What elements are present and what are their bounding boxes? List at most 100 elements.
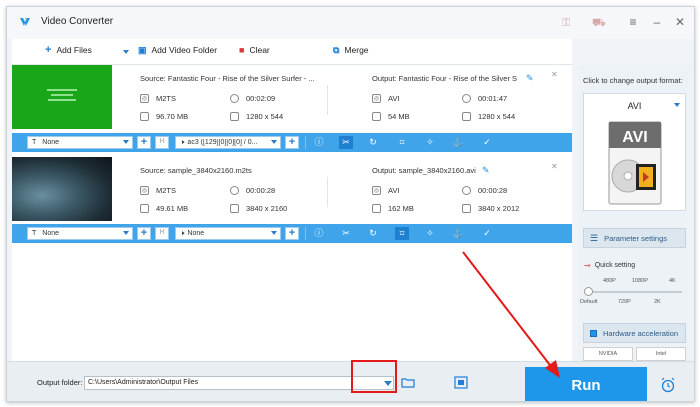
quality-slider-track[interactable] — [588, 291, 682, 293]
file-size-icon — [140, 204, 149, 213]
subtitle-edit-icon[interactable]: ✓ — [480, 227, 494, 240]
subtitle-h-button[interactable]: H — [155, 136, 169, 149]
quality-slider-handle[interactable] — [584, 287, 593, 296]
info-icon[interactable]: ⓘ — [312, 136, 326, 149]
app-window: Video Converter ⚿ ⛟ ≡ – ✕ + Add Files ▣ … — [6, 6, 695, 402]
toolbar: + Add Files ▣ Add Video Folder ■ Clear ⧉… — [12, 39, 572, 65]
cart-icon[interactable]: ⛟ — [592, 17, 606, 31]
remove-file-icon[interactable]: ✕ — [551, 70, 558, 79]
minimize-button[interactable]: – — [649, 15, 665, 29]
output-filename: Output: sample_3840x2160.avi — [372, 166, 476, 175]
clock-icon — [230, 186, 239, 195]
tick-720p: 720P — [618, 299, 631, 305]
folder-plus-icon: ▣ — [138, 45, 147, 55]
edit-icon[interactable]: ✎ — [482, 165, 490, 176]
parameter-settings-button[interactable]: ☰ Parameter settings — [583, 228, 686, 248]
output-format-label: Click to change output format: — [583, 76, 683, 85]
clock-icon — [230, 94, 239, 103]
alarm-clock-icon[interactable] — [660, 377, 676, 393]
speaker-icon: 🕨 — [180, 138, 185, 146]
add-subtitle-button[interactable]: + — [137, 227, 151, 240]
sliders-icon: ☰ — [590, 232, 599, 243]
rotate-icon[interactable]: ↻ — [366, 136, 380, 149]
format-icon: ◎ — [372, 94, 381, 103]
nvidia-badge: NVIDIA — [583, 347, 633, 361]
hardware-acceleration-toggle[interactable]: Hardware acceleration — [583, 323, 686, 343]
intel-badge: Intel — [636, 347, 686, 361]
resolution-icon — [462, 112, 471, 121]
output-folder-input[interactable]: C:\Users\Administrator\Output Files — [84, 376, 394, 390]
resolution-icon — [462, 204, 471, 213]
add-files-button[interactable]: + Add Files — [45, 44, 92, 56]
effects-icon[interactable]: ✧ — [423, 227, 437, 240]
add-subtitle-button[interactable]: + — [137, 136, 151, 149]
plus-icon: + — [45, 44, 52, 56]
add-audio-button[interactable]: + — [285, 136, 299, 149]
trash-icon: ■ — [239, 45, 245, 55]
format-icon: ◎ — [140, 94, 149, 103]
annotation-highlight-box — [351, 360, 397, 393]
add-audio-button[interactable]: + — [285, 227, 299, 240]
cut-icon[interactable]: ✂ — [339, 136, 353, 149]
output-folder-label: Output folder: — [37, 378, 83, 387]
subtitle-h-button[interactable]: H — [155, 227, 169, 240]
edit-icon[interactable]: ✎ — [526, 73, 534, 84]
clock-icon — [462, 186, 471, 195]
tick-1080p: 1080P — [632, 278, 648, 284]
remove-file-icon[interactable]: ✕ — [551, 162, 558, 171]
file-size-icon — [372, 112, 381, 121]
output-format-selector[interactable]: AVI AVI — [583, 93, 686, 211]
subtitle-select[interactable]: T None — [27, 227, 133, 240]
cut-icon[interactable]: ✂ — [339, 227, 353, 240]
avi-label: AVI — [622, 129, 647, 146]
file-size-icon — [140, 112, 149, 121]
watermark-icon[interactable]: ⚓ — [451, 227, 465, 240]
add-video-folder-button[interactable]: ▣ Add Video Folder — [138, 45, 217, 55]
audio-track-select[interactable]: 🕨 None — [175, 227, 281, 240]
clear-button[interactable]: ■ Clear — [239, 45, 270, 55]
format-icon: ◎ — [372, 186, 381, 195]
format-icon: ◎ — [140, 186, 149, 195]
app-logo-icon — [20, 18, 30, 26]
subtitle-icon: T — [32, 139, 37, 146]
effects-icon[interactable]: ✧ — [423, 136, 437, 149]
speaker-icon: 🕨 — [180, 229, 185, 237]
avi-file-icon: AVI — [608, 121, 662, 205]
close-button[interactable]: ✕ — [672, 15, 688, 29]
audio-track-select[interactable]: 🕨 ac3 ([129][0][0][0] / 0... — [175, 136, 281, 149]
video-thumbnail — [12, 157, 112, 221]
merge-button[interactable]: ⧉ Merge — [333, 45, 369, 55]
output-filename: Output: Fantastic Four - Rise of the Sil… — [372, 74, 518, 83]
clock-icon — [462, 94, 471, 103]
file-item[interactable]: Source: sample_3840x2160.m2ts Output: sa… — [12, 157, 572, 221]
file-options-bar: T None + H 🕨 None + ⓘ ✂ ↻ ⌗ ✧ ⚓ ✓ — [12, 224, 572, 243]
info-icon[interactable]: ⓘ — [312, 227, 326, 240]
source-filename: Source: sample_3840x2160.m2ts — [140, 166, 252, 175]
speed-icon: ⊸ — [584, 261, 591, 270]
rotate-icon[interactable]: ↻ — [366, 227, 380, 240]
add-files-dropdown-icon[interactable] — [123, 50, 129, 54]
tick-2k: 2K — [654, 299, 661, 305]
checkbox-icon — [590, 329, 597, 337]
tick-default: Default — [580, 299, 598, 305]
browse-folder-icon[interactable] — [401, 377, 415, 388]
crop-icon[interactable]: ⌗ — [395, 136, 409, 149]
tick-480p: 480P — [603, 278, 616, 284]
menu-icon[interactable]: ≡ — [625, 15, 641, 29]
file-item[interactable]: Source: Fantastic Four - Rise of the Sil… — [12, 65, 572, 129]
crop-icon[interactable]: ⌗ — [395, 227, 409, 240]
file-size-icon — [372, 204, 381, 213]
file-options-bar: T None + H 🕨 ac3 ([129][0][0][0] / 0... … — [12, 133, 572, 152]
subtitle-edit-icon[interactable]: ✓ — [480, 136, 494, 149]
file-list: Source: Fantastic Four - Rise of the Sil… — [12, 65, 572, 361]
subtitle-icon: T — [32, 230, 37, 237]
key-icon[interactable]: ⚿ — [562, 17, 570, 30]
output-format-name: AVI — [627, 101, 642, 111]
window-title: Video Converter — [41, 16, 114, 27]
subtitle-select[interactable]: T None — [27, 136, 133, 149]
video-thumbnail — [12, 65, 112, 129]
watermark-icon[interactable]: ⚓ — [451, 136, 465, 149]
tick-4k: 4K — [669, 278, 676, 284]
run-button[interactable]: Run — [525, 367, 647, 401]
open-output-folder-icon[interactable] — [454, 376, 468, 389]
